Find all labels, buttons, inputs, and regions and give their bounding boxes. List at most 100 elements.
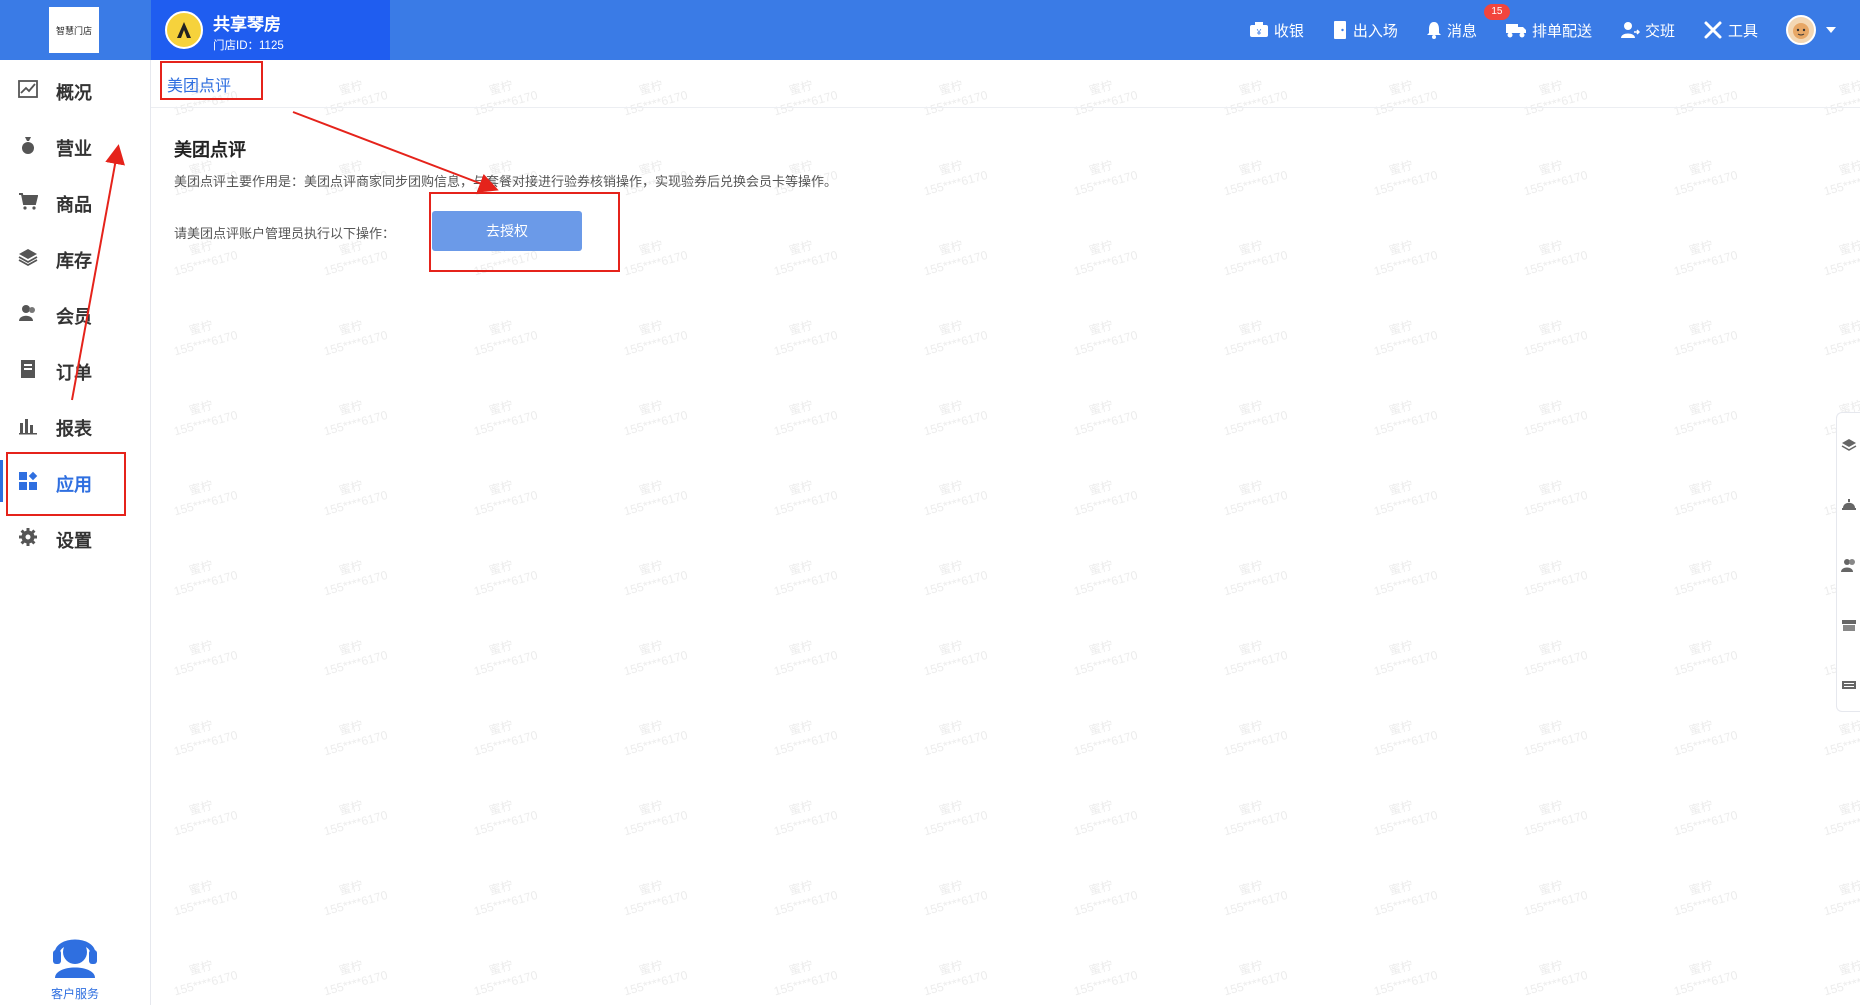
store-switcher[interactable]: 共享琴房 门店ID：1125 bbox=[151, 0, 390, 60]
watermark-text: 蜜柠 bbox=[787, 477, 814, 498]
customer-service-button[interactable]: 客户服务 bbox=[40, 930, 110, 1002]
watermark-text: 155****6170 bbox=[1072, 248, 1139, 279]
door-icon bbox=[1333, 21, 1346, 39]
watermark-tile: 蜜柠155****6170 bbox=[1672, 557, 1739, 598]
watermark-text: 蜜柠 bbox=[1537, 717, 1564, 738]
breadcrumb-current[interactable]: 美团点评 bbox=[167, 72, 231, 96]
authorize-button[interactable]: 去授权 bbox=[432, 211, 582, 251]
watermark-text: 155****6170 bbox=[1372, 728, 1439, 759]
svg-text:¥: ¥ bbox=[1256, 28, 1262, 37]
watermark-text: 蜜柠 bbox=[1837, 717, 1860, 738]
app-logo[interactable]: 智慧门店 bbox=[49, 7, 99, 53]
watermark-tile: 蜜柠155****6170 bbox=[172, 637, 239, 678]
watermark-tile: 蜜柠155****6170 bbox=[1222, 157, 1289, 198]
watermark-tile: 蜜柠155****6170 bbox=[1672, 637, 1739, 678]
sidebar-item-settings[interactable]: 设置 bbox=[0, 516, 151, 558]
watermark-tile: 蜜柠155****6170 bbox=[472, 317, 539, 359]
watermark-text: 155****6170 bbox=[322, 888, 389, 919]
watermark-tile: 蜜柠155****6170 bbox=[172, 557, 239, 598]
watermark-text: 蜜柠 bbox=[1687, 557, 1714, 578]
watermark-text: 蜜柠 bbox=[637, 637, 664, 658]
watermark-text: 155****6170 bbox=[1522, 248, 1589, 279]
watermark-text: 155****6170 bbox=[472, 328, 539, 359]
watermark-tile: 蜜柠155****6170 bbox=[922, 877, 989, 919]
watermark-text: 155****6170 bbox=[472, 728, 539, 759]
watermark-text: 155****6170 bbox=[172, 488, 239, 519]
chevron-down-icon[interactable] bbox=[1826, 27, 1836, 33]
watermark-tile: 蜜柠155****6170 bbox=[322, 397, 389, 438]
watermark-text: 155****6170 bbox=[622, 488, 689, 519]
dispatch-button[interactable]: 排单配送 bbox=[1505, 20, 1592, 41]
watermark-text: 155****6170 bbox=[1522, 568, 1589, 599]
watermark-tile: 蜜柠155****6170 bbox=[322, 477, 389, 518]
cashier-button[interactable]: ¥ 收银 bbox=[1249, 20, 1304, 41]
watermark-tile: 蜜柠155****6170 bbox=[1522, 717, 1589, 758]
sidebar-item-apps[interactable]: 应用 bbox=[0, 460, 151, 502]
watermark-text: 155****6170 bbox=[922, 168, 989, 199]
watermark-text: 155****6170 bbox=[772, 328, 839, 359]
watermark-text: 蜜柠 bbox=[337, 797, 364, 818]
cashier-label: 收银 bbox=[1273, 22, 1304, 40]
watermark-text: 155****6170 bbox=[922, 888, 989, 919]
watermark-text: 155****6170 bbox=[1072, 568, 1139, 599]
messages-button[interactable]: 消息 15 bbox=[1426, 3, 1510, 41]
watermark-tile: 蜜柠155****6170 bbox=[1672, 317, 1739, 358]
members-icon[interactable] bbox=[1841, 557, 1857, 573]
watermark-tile: 蜜柠155****6170 bbox=[1522, 957, 1589, 998]
watermark-text: 155****6170 bbox=[1822, 968, 1860, 999]
layers-icon[interactable] bbox=[1841, 437, 1857, 453]
user-menu[interactable] bbox=[1786, 15, 1836, 45]
watermark-text: 155****6170 bbox=[1222, 808, 1289, 839]
watermark-tile: 蜜柠155****6170 bbox=[1672, 157, 1739, 198]
watermark-text: 155****6170 bbox=[322, 808, 389, 839]
keyboard-icon[interactable] bbox=[1841, 677, 1857, 693]
watermark-text: 蜜柠 bbox=[637, 797, 664, 818]
watermark-tile: 蜜柠155****6170 bbox=[622, 237, 689, 278]
sidebar-item-members[interactable]: 会员 bbox=[0, 292, 151, 334]
watermark-text: 155****6170 bbox=[1072, 808, 1139, 839]
store-avatar bbox=[165, 11, 203, 49]
tools-label: 工具 bbox=[1727, 22, 1758, 40]
watermark-text: 蜜柠 bbox=[337, 557, 364, 578]
watermark-text: 155****6170 bbox=[472, 648, 539, 679]
messages-label: 消息 bbox=[1446, 22, 1477, 40]
watermark-text: 155****6170 bbox=[622, 408, 689, 439]
watermark-tile: 蜜柠155****6170 bbox=[1522, 877, 1589, 918]
sidebar-item-inventory[interactable]: 库存 bbox=[0, 236, 151, 278]
watermark-text: 155****6170 bbox=[1372, 648, 1439, 679]
watermark-tile: 蜜柠155****6170 bbox=[1072, 797, 1139, 839]
watermark-text: 155****6170 bbox=[922, 808, 989, 839]
line-chart-icon bbox=[18, 80, 38, 98]
watermark-text: 155****6170 bbox=[622, 328, 689, 359]
watermark-text: 155****6170 bbox=[1372, 328, 1439, 359]
watermark-text: 蜜柠 bbox=[637, 317, 664, 338]
shift-handover-button[interactable]: 交班 bbox=[1620, 20, 1675, 41]
sidebar-item-reports[interactable]: 报表 bbox=[0, 404, 151, 446]
watermark-tile: 蜜柠155****6170 bbox=[472, 797, 539, 838]
watermark-text: 蜜柠 bbox=[1237, 477, 1264, 498]
sidebar-item-label: 会员 bbox=[56, 307, 92, 327]
watermark-tile: 蜜柠155****6170 bbox=[622, 397, 689, 439]
entry-exit-button[interactable]: 出入场 bbox=[1332, 20, 1398, 41]
sidebar-item-business[interactable]: 营业 bbox=[0, 124, 151, 166]
service-bell-icon[interactable] bbox=[1841, 497, 1857, 513]
watermark-tile: 蜜柠155****6170 bbox=[1372, 317, 1439, 359]
sidebar-item-orders[interactable]: 订单 bbox=[0, 348, 151, 390]
store-icon[interactable] bbox=[1841, 617, 1857, 633]
sidebar-item-goods[interactable]: 商品 bbox=[0, 180, 151, 222]
watermark-tile: 蜜柠155****6170 bbox=[1822, 157, 1860, 198]
watermark-tile: 蜜柠155****6170 bbox=[1672, 877, 1739, 918]
watermark-text: 蜜柠 bbox=[787, 557, 814, 578]
watermark-tile: 蜜柠155****6170 bbox=[322, 877, 389, 919]
message-count-badge: 15 bbox=[1483, 3, 1510, 20]
watermark-layer: 蜜柠155****6170蜜柠155****6170蜜柠155****6170蜜… bbox=[172, 77, 1860, 999]
watermark-text: 蜜柠 bbox=[1087, 877, 1114, 898]
watermark-text: 蜜柠 bbox=[937, 717, 964, 738]
watermark-tile: 蜜柠155****6170 bbox=[1072, 557, 1139, 599]
tools-button[interactable]: 工具 bbox=[1703, 20, 1758, 41]
watermark-text: 蜜柠 bbox=[187, 797, 214, 818]
store-name: 共享琴房 bbox=[213, 15, 281, 34]
watermark-text: 155****6170 bbox=[922, 728, 989, 759]
sidebar-item-overview[interactable]: 概况 bbox=[0, 68, 151, 110]
watermark-text: 155****6170 bbox=[322, 648, 389, 679]
